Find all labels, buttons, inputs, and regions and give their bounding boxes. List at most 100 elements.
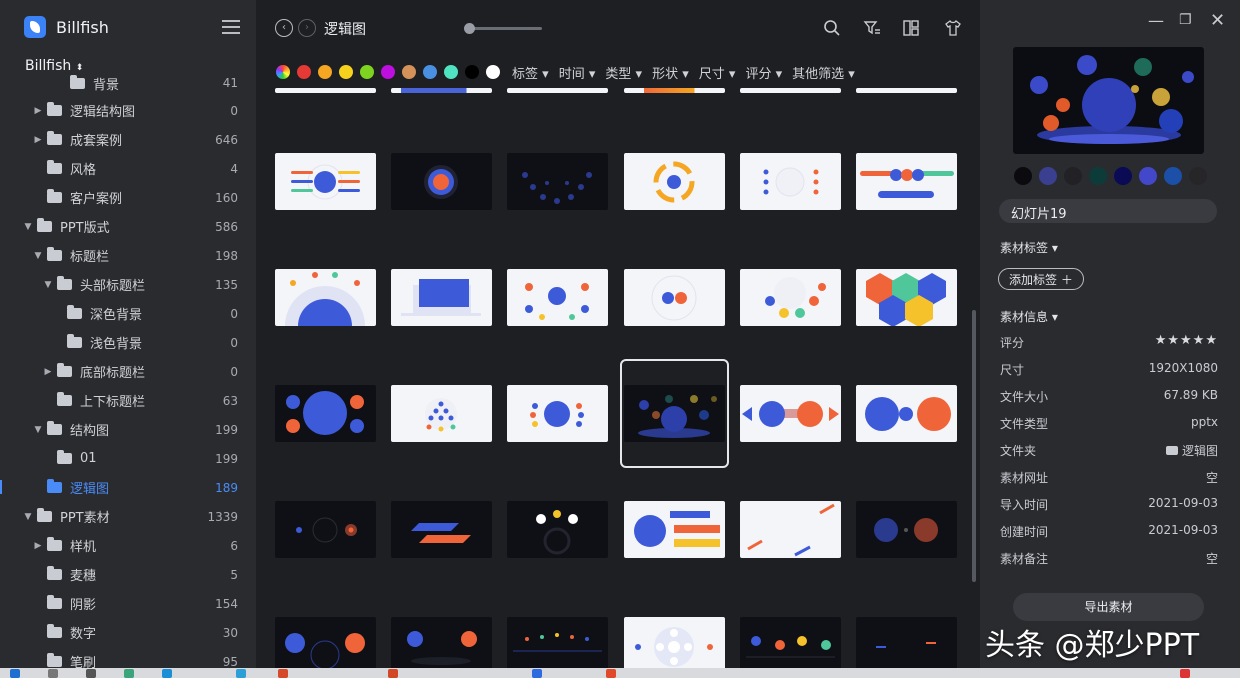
expand-arrow-icon[interactable]: ▶ bbox=[33, 106, 43, 116]
tree-item-笔刷[interactable]: 笔刷 95 bbox=[0, 647, 256, 668]
palette-color[interactable] bbox=[1014, 167, 1032, 185]
tree-item-背景[interactable]: 背景 41 bbox=[0, 70, 256, 96]
filter-icon[interactable] bbox=[863, 19, 881, 37]
tree-item-头部标题栏[interactable]: ▼ 头部标题栏 135 bbox=[0, 270, 256, 299]
collapse-arrow-icon[interactable]: ▼ bbox=[23, 512, 33, 522]
color-swatch[interactable] bbox=[465, 65, 479, 79]
close-icon[interactable]: ✕ bbox=[1210, 10, 1225, 31]
tree-item-成套案例[interactable]: ▶ 成套案例 646 bbox=[0, 125, 256, 154]
thumbnail[interactable] bbox=[856, 617, 957, 668]
file-name-field[interactable]: 幻灯片19 bbox=[999, 199, 1217, 223]
tree-item-样机[interactable]: ▶ 样机 6 bbox=[0, 531, 256, 560]
thumbnail[interactable] bbox=[740, 269, 841, 326]
palette-color[interactable] bbox=[1164, 167, 1182, 185]
color-swatch[interactable] bbox=[297, 65, 311, 79]
export-button[interactable]: 导出素材 bbox=[1013, 593, 1204, 621]
expand-arrow-icon[interactable]: ▶ bbox=[33, 135, 43, 145]
search-icon[interactable] bbox=[823, 19, 841, 37]
thumbnail[interactable] bbox=[740, 501, 841, 558]
thumbnail[interactable] bbox=[624, 153, 725, 210]
maximize-icon[interactable]: ❐ bbox=[1179, 12, 1192, 28]
tree-item-客户案例[interactable]: 客户案例 160 bbox=[0, 183, 256, 212]
filter-size-dropdown[interactable]: 尺寸 ▾ bbox=[699, 63, 736, 82]
tree-item-麦穗[interactable]: 麦穗 5 bbox=[0, 560, 256, 589]
thumbnail[interactable] bbox=[856, 269, 957, 326]
info-section-title[interactable]: 素材信息 ▾ bbox=[1000, 308, 1058, 325]
thumbnail[interactable] bbox=[507, 269, 608, 326]
tree-item-PPT版式[interactable]: ▼ PPT版式 586 bbox=[0, 212, 256, 241]
filter-shape-dropdown[interactable]: 形状 ▾ bbox=[652, 63, 689, 82]
thumbnail[interactable] bbox=[391, 385, 492, 442]
thumbnail[interactable] bbox=[856, 153, 957, 210]
start-icon[interactable] bbox=[10, 669, 20, 678]
menu-icon[interactable] bbox=[222, 20, 240, 34]
notification-icon[interactable] bbox=[1180, 669, 1190, 678]
thumbnail[interactable] bbox=[391, 501, 492, 558]
collapse-arrow-icon[interactable]: ▼ bbox=[33, 425, 43, 435]
color-swatch[interactable] bbox=[402, 65, 416, 79]
tree-item-标题栏[interactable]: ▼ 标题栏 198 bbox=[0, 241, 256, 270]
thumbnail[interactable] bbox=[624, 88, 725, 93]
thumbnail[interactable] bbox=[507, 501, 608, 558]
thumbnail[interactable] bbox=[507, 88, 608, 93]
thumbnail[interactable] bbox=[740, 385, 841, 442]
tree-item-逻辑图[interactable]: 逻辑图 189 bbox=[0, 473, 256, 502]
palette-color[interactable] bbox=[1089, 167, 1107, 185]
palette-color[interactable] bbox=[1139, 167, 1157, 185]
thumbnail[interactable] bbox=[624, 269, 725, 326]
color-filter-all[interactable] bbox=[276, 65, 290, 79]
forward-button[interactable]: › bbox=[298, 19, 316, 37]
slider-knob[interactable] bbox=[464, 23, 475, 34]
color-swatch[interactable] bbox=[381, 65, 395, 79]
taskbar-app-icon[interactable] bbox=[236, 669, 246, 678]
theme-shirt-icon[interactable] bbox=[944, 19, 962, 37]
thumbnail[interactable] bbox=[507, 153, 608, 210]
taskbar-app-icon[interactable] bbox=[532, 669, 542, 678]
collapse-arrow-icon[interactable]: ▼ bbox=[23, 222, 33, 232]
tree-item-PPT素材[interactable]: ▼ PPT素材 1339 bbox=[0, 502, 256, 531]
expand-arrow-icon[interactable]: ▶ bbox=[33, 541, 43, 551]
thumbnail[interactable] bbox=[856, 501, 957, 558]
tree-item-逻辑结构图[interactable]: ▶ 逻辑结构图 0 bbox=[0, 96, 256, 125]
folder-link[interactable]: 逻辑图 bbox=[1165, 442, 1218, 459]
filter-other-dropdown[interactable]: 其他筛选 ▾ bbox=[792, 63, 855, 82]
layout-icon[interactable] bbox=[902, 19, 920, 37]
palette-color[interactable] bbox=[1114, 167, 1132, 185]
tree-item-风格[interactable]: 风格 4 bbox=[0, 154, 256, 183]
thumbnail[interactable] bbox=[275, 617, 376, 668]
tree-item-上下标题栏[interactable]: 上下标题栏 63 bbox=[0, 386, 256, 415]
thumbnail[interactable] bbox=[275, 153, 376, 210]
taskbar-app-icon[interactable] bbox=[278, 669, 288, 678]
tree-item-深色背景[interactable]: 深色背景 0 bbox=[0, 299, 256, 328]
color-swatch[interactable] bbox=[318, 65, 332, 79]
thumbnail[interactable] bbox=[275, 269, 376, 326]
back-button[interactable]: ‹ bbox=[275, 19, 293, 37]
tree-item-浅色背景[interactable]: 浅色背景 0 bbox=[0, 328, 256, 357]
tree-item-阴影[interactable]: 阴影 154 bbox=[0, 589, 256, 618]
color-swatch[interactable] bbox=[423, 65, 437, 79]
thumbnail[interactable] bbox=[856, 385, 957, 442]
filter-rating-dropdown[interactable]: 评分 ▾ bbox=[745, 63, 782, 82]
thumbnail[interactable] bbox=[275, 385, 376, 442]
grid-scrollbar[interactable] bbox=[972, 310, 976, 582]
thumbnail[interactable] bbox=[391, 153, 492, 210]
thumbnail[interactable] bbox=[624, 617, 725, 668]
filter-time-dropdown[interactable]: 时间 ▾ bbox=[559, 63, 596, 82]
color-swatch[interactable] bbox=[444, 65, 458, 79]
tree-item-01[interactable]: 01 199 bbox=[0, 444, 256, 473]
taskbar-app-icon[interactable] bbox=[86, 669, 96, 678]
thumbnail[interactable] bbox=[275, 501, 376, 558]
collapse-arrow-icon[interactable]: ▼ bbox=[33, 251, 43, 261]
thumbnail[interactable] bbox=[740, 88, 841, 93]
thumbnail[interactable] bbox=[740, 617, 841, 668]
thumbnail[interactable] bbox=[507, 617, 608, 668]
rating-stars[interactable]: ★★★★★ bbox=[1155, 333, 1218, 348]
palette-color[interactable] bbox=[1039, 167, 1057, 185]
tree-item-底部标题栏[interactable]: ▶ 底部标题栏 0 bbox=[0, 357, 256, 386]
tree-item-结构图[interactable]: ▼ 结构图 199 bbox=[0, 415, 256, 444]
palette-color[interactable] bbox=[1064, 167, 1082, 185]
thumbnail[interactable] bbox=[740, 153, 841, 210]
taskbar-app-icon[interactable] bbox=[124, 669, 134, 678]
taskbar-app-icon[interactable] bbox=[388, 669, 398, 678]
color-swatch[interactable] bbox=[339, 65, 353, 79]
